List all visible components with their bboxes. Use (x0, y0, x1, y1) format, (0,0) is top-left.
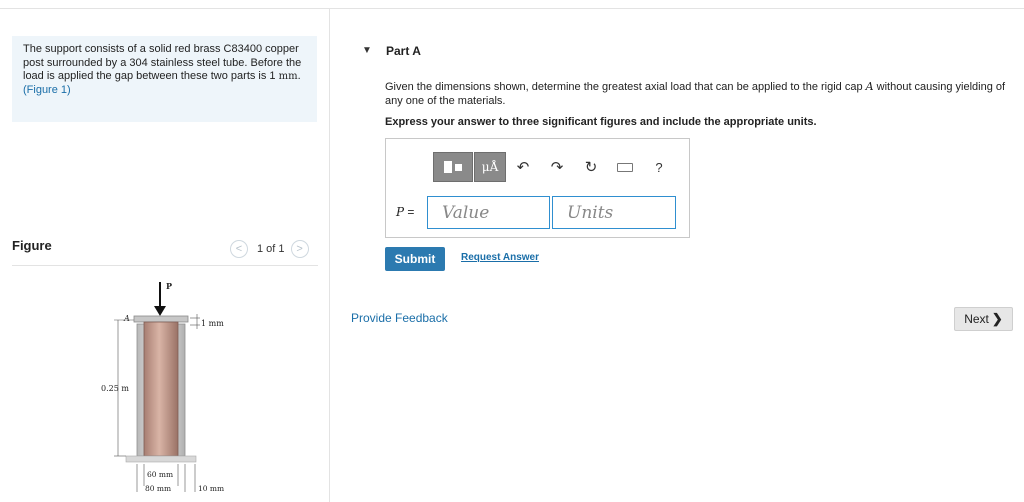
figure-rule (12, 265, 318, 266)
answer-equals: = (404, 205, 415, 219)
templates-button[interactable] (433, 152, 473, 182)
height-label: 0.25 m (101, 384, 129, 393)
answer-box: μÅ ↶ ↷ ↻ ? P = Value Units (385, 138, 690, 238)
figure-image: P A 1 mm 0.25 m 60 mm 80 mm 10 mm (101, 281, 224, 493)
redo-icon[interactable]: ↷ (540, 152, 574, 182)
problem-text: The support consists of a solid red bras… (23, 43, 302, 82)
problem-unit: mm (278, 71, 298, 82)
figure-link[interactable]: (Figure 1) (23, 84, 307, 98)
next-button[interactable]: Next ❯ (954, 307, 1013, 331)
answer-variable: P (396, 205, 405, 219)
keyboard-icon[interactable] (608, 152, 642, 182)
load-arrowhead (154, 306, 166, 316)
question-text: Given the dimensions shown, determine th… (385, 80, 1010, 108)
figure-pager-text: 1 of 1 (257, 243, 285, 255)
gap-label: 1 mm (201, 319, 224, 328)
panel-divider (329, 9, 330, 502)
provide-feedback-link[interactable]: Provide Feedback (351, 311, 448, 325)
answer-instruction: Express your answer to three significant… (385, 116, 817, 128)
value-input[interactable]: Value (427, 196, 550, 229)
submit-button[interactable]: Submit (385, 247, 445, 271)
question-pre: Given the dimensions shown, determine th… (385, 81, 866, 93)
figure-pager: < 1 of 1 > (230, 238, 318, 260)
inner-diameter-label: 60 mm (147, 470, 173, 479)
part-title: Part A (386, 44, 421, 58)
prev-figure-icon[interactable]: < (230, 240, 248, 258)
undo-icon[interactable]: ↶ (506, 152, 540, 182)
request-answer-link[interactable]: Request Answer (461, 252, 539, 263)
units-input[interactable]: Units (552, 196, 676, 229)
figure-title: Figure (12, 238, 52, 253)
next-label: Next (964, 312, 989, 326)
cap-label: A (123, 314, 130, 323)
answer-variable-label: P = (396, 205, 414, 219)
problem-statement: The support consists of a solid red bras… (12, 36, 317, 122)
thickness-label: 10 mm (198, 484, 224, 493)
load-label: P (166, 281, 172, 291)
top-rule (0, 8, 1024, 9)
collapse-toggle-icon[interactable]: ▼ (362, 45, 372, 56)
help-icon[interactable]: ? (642, 152, 676, 182)
rigid-cap (133, 315, 189, 323)
template-icon (444, 161, 452, 173)
brass-post (143, 321, 179, 457)
reset-icon[interactable]: ↻ (574, 152, 608, 182)
math-toolbar: μÅ ↶ ↷ ↻ ? (433, 152, 676, 182)
next-figure-icon[interactable]: > (290, 240, 309, 258)
question-var: A (865, 80, 874, 93)
chevron-right-icon: ❯ (991, 311, 1003, 326)
outer-diameter-label: 80 mm (145, 484, 171, 493)
support-base (125, 455, 197, 463)
units-button[interactable]: μÅ (474, 152, 506, 182)
template-small-icon (455, 163, 462, 171)
problem-period: . (297, 70, 301, 82)
